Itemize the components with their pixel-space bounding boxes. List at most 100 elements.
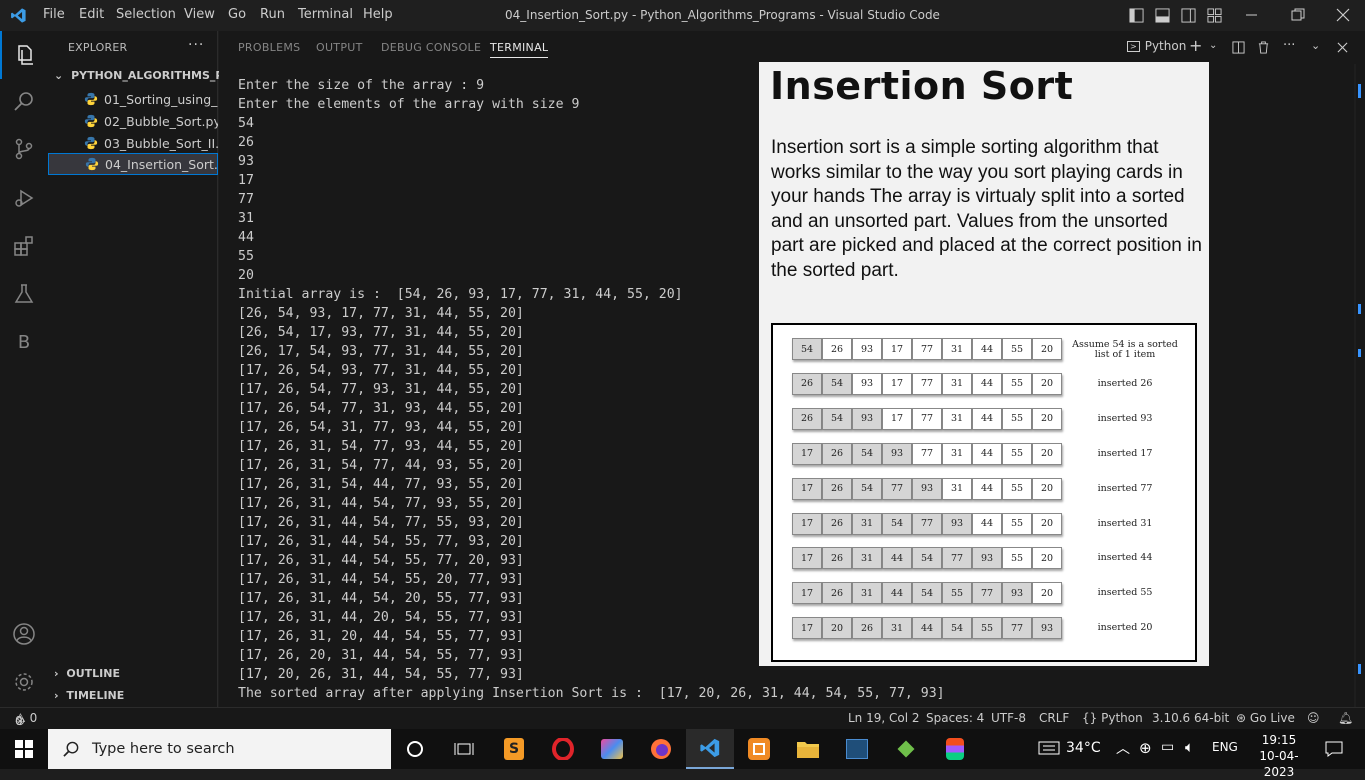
- array-cell: 26: [792, 407, 822, 430]
- array-cell: 31: [942, 372, 972, 395]
- file-item[interactable]: 02_Bubble_Sort.py: [48, 110, 218, 132]
- chevron-down-icon[interactable]: ⌄: [1209, 40, 1217, 51]
- terminal-shell-selector[interactable]: > Python: [1127, 39, 1186, 53]
- terminal-line: 44: [238, 230, 254, 245]
- source-control-icon[interactable]: [0, 125, 48, 173]
- go-live-button[interactable]: ⊛ Go Live: [1236, 711, 1295, 725]
- globe-icon[interactable]: ⊕: [1139, 739, 1152, 757]
- menu-view[interactable]: View: [184, 7, 215, 22]
- sublime-text-icon[interactable]: S: [490, 729, 538, 769]
- terminal-line: 31: [238, 211, 254, 226]
- array-cell: 31: [942, 338, 972, 360]
- tab-debug-console[interactable]: DEBUG CONSOLE: [381, 41, 481, 54]
- file-item-active[interactable]: 04_Insertion_Sort....: [48, 153, 218, 175]
- restore-icon[interactable]: [1291, 8, 1305, 22]
- clock[interactable]: 19:15 10-04-2023: [1250, 732, 1308, 780]
- array-cell: 54: [792, 338, 822, 360]
- insertion-sort-infographic: Insertion Sort Insertion sort is a simpl…: [759, 62, 1209, 666]
- menu-terminal[interactable]: Terminal: [298, 7, 353, 22]
- weather-widget[interactable]: 34°C: [1038, 739, 1101, 757]
- array-cell: 31: [852, 512, 882, 535]
- video-editor-icon[interactable]: [588, 729, 636, 769]
- encoding[interactable]: UTF-8: [991, 711, 1026, 725]
- windows-start-icon[interactable]: [0, 729, 48, 769]
- figma-icon[interactable]: [931, 729, 979, 769]
- maximize-panel-icon[interactable]: ⌄: [1311, 39, 1320, 52]
- new-terminal-icon[interactable]: +: [1189, 36, 1202, 55]
- git-kraken-icon[interactable]: [882, 729, 930, 769]
- cursor-position[interactable]: Ln 19, Col 2: [848, 711, 920, 725]
- array-cell: 93: [912, 477, 942, 500]
- explorer-icon[interactable]: [0, 31, 48, 79]
- terminal-line: 93: [238, 154, 254, 169]
- extensions-icon[interactable]: [0, 222, 48, 270]
- menu-run[interactable]: Run: [260, 7, 285, 22]
- python-interpreter[interactable]: 3.10.6 64-bit: [1152, 711, 1229, 725]
- close-panel-icon[interactable]: [1337, 42, 1348, 53]
- notification-center-icon[interactable]: [1325, 740, 1343, 758]
- cortana-icon[interactable]: [391, 729, 439, 769]
- codeblocks-icon[interactable]: [735, 729, 783, 769]
- terminal-line: [17, 26, 31, 44, 54, 77, 55, 93, 20]: [238, 515, 524, 530]
- array-cell: 44: [882, 547, 912, 570]
- chevron-down-icon: ⌄: [54, 69, 64, 82]
- array-cell: 17: [792, 477, 822, 500]
- menu-selection[interactable]: Selection: [116, 7, 176, 22]
- menu-go[interactable]: Go: [228, 7, 246, 22]
- terminal-line: 54: [238, 116, 254, 131]
- file-item[interactable]: 01_Sorting_using_...: [48, 88, 218, 110]
- account-icon[interactable]: [0, 610, 48, 658]
- network-icon[interactable]: ▭: [1161, 739, 1174, 755]
- split-terminal-icon[interactable]: [1232, 41, 1245, 54]
- menu-help[interactable]: Help: [363, 7, 393, 22]
- customize-layout-icon[interactable]: [1207, 8, 1222, 23]
- toggle-panel-icon[interactable]: [1155, 8, 1170, 23]
- toggle-secondary-sidebar-icon[interactable]: [1181, 8, 1196, 23]
- vscode-taskbar-icon[interactable]: [686, 729, 734, 769]
- more-actions-icon[interactable]: ···: [188, 37, 204, 53]
- firefox-icon[interactable]: [637, 729, 685, 769]
- run-debug-icon[interactable]: [0, 174, 48, 222]
- feedback-icon[interactable]: ☺: [1307, 711, 1320, 725]
- opera-icon[interactable]: [539, 729, 587, 769]
- array-cell: 77: [912, 442, 942, 465]
- file-item[interactable]: 03_Bubble_Sort_II....: [48, 132, 218, 154]
- line-ending[interactable]: CRLF: [1039, 711, 1069, 725]
- workspace-folder[interactable]: ⌄ PYTHON_ALGORITHMS_P...: [54, 69, 234, 82]
- volume-icon[interactable]: 🔈︎: [1185, 738, 1194, 756]
- timeline-section[interactable]: › TIMELINE: [54, 689, 124, 702]
- go-live-label: Go Live: [1249, 711, 1295, 725]
- tab-output[interactable]: OUTPUT: [316, 41, 363, 54]
- file-explorer-icon[interactable]: [784, 729, 832, 769]
- minimize-icon[interactable]: [1245, 8, 1259, 22]
- input-language[interactable]: ENG: [1212, 740, 1238, 754]
- taskbar-search-box[interactable]: Type here to search: [48, 729, 391, 769]
- language-mode[interactable]: {} Python: [1082, 711, 1143, 725]
- tab-problems[interactable]: PROBLEMS: [238, 41, 300, 54]
- array-cell: 44: [972, 372, 1002, 395]
- python-file-icon: [85, 157, 99, 171]
- matlab-icon[interactable]: [833, 729, 881, 769]
- indentation[interactable]: Spaces: 4: [926, 711, 984, 725]
- b-icon[interactable]: B: [0, 318, 48, 366]
- search-icon[interactable]: [0, 77, 48, 125]
- menu-file[interactable]: File: [43, 7, 65, 22]
- problems-status[interactable]: ⊗ 0 ⚠ 0: [15, 711, 37, 728]
- folder-name: PYTHON_ALGORITHMS_P...: [71, 69, 234, 82]
- settings-gear-icon[interactable]: [0, 658, 48, 706]
- outline-section[interactable]: › OUTLINE: [54, 667, 120, 680]
- chevron-up-icon[interactable]: ︿: [1116, 738, 1130, 758]
- testing-icon[interactable]: [0, 270, 48, 318]
- tab-terminal[interactable]: TERMINAL: [490, 41, 549, 58]
- more-actions-icon[interactable]: ···: [1283, 38, 1295, 53]
- notifications-bell-icon[interactable]: 🔔︎: [1338, 711, 1353, 725]
- close-window-icon[interactable]: [1336, 8, 1350, 22]
- toggle-sidebar-icon[interactable]: [1129, 8, 1144, 23]
- array-cell: 17: [792, 547, 822, 570]
- insertion-sort-diagram: 54 26 93 17 77 31 44 55 20 Assume 54 is a sorted …: [771, 323, 1197, 662]
- trash-icon[interactable]: [1257, 41, 1270, 54]
- task-view-icon[interactable]: [440, 729, 488, 769]
- terminal-scrollbar[interactable]: [1356, 64, 1365, 707]
- menu-edit[interactable]: Edit: [79, 7, 104, 22]
- chevron-right-icon: ›: [54, 667, 59, 680]
